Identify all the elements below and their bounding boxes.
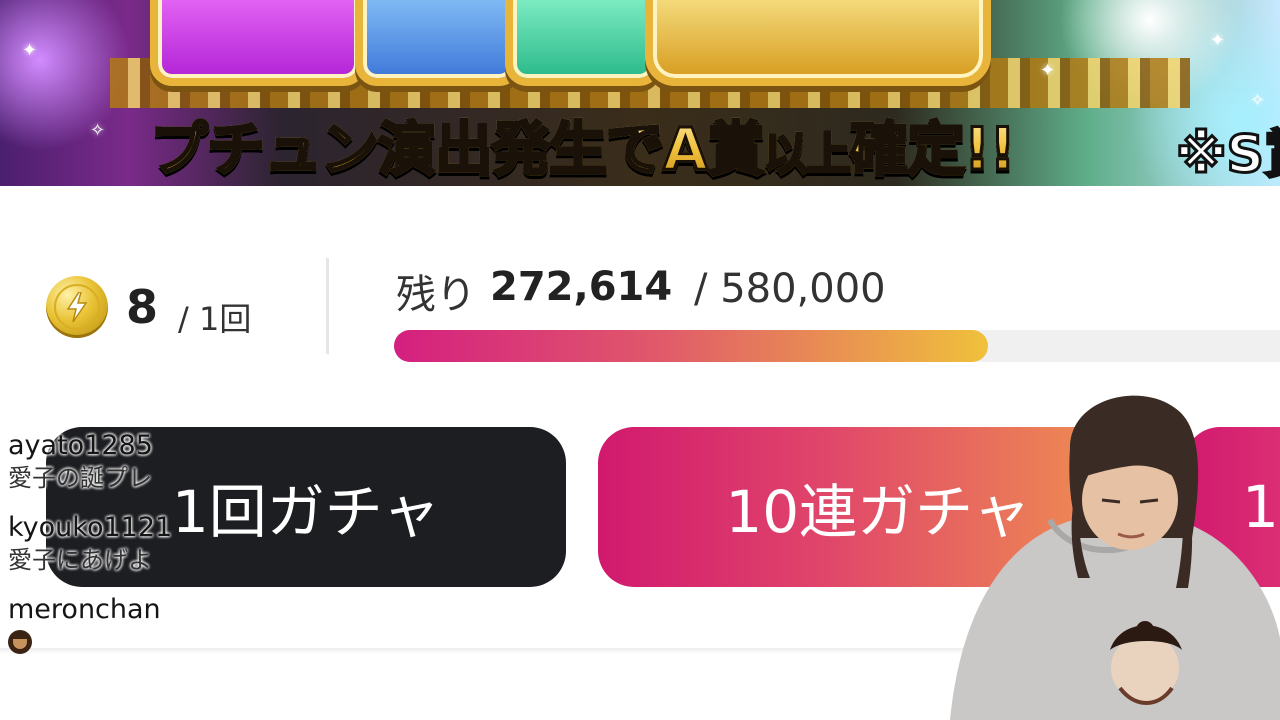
- remaining-label: 残り: [396, 272, 476, 318]
- chat-text: 愛子にあげよ: [8, 546, 152, 574]
- banner-logo-letter: [645, 0, 991, 86]
- sparkle-icon: ✦: [1040, 60, 1056, 81]
- sparkle-icon: ✧: [1250, 90, 1266, 111]
- lightning-bolt-icon: [66, 292, 88, 322]
- cost-per-draw-value: 8: [126, 280, 159, 334]
- banner-caption-small: 以上: [762, 128, 852, 182]
- chat-message: kyouko1121 愛子にあげよ: [8, 512, 308, 576]
- chat-username: meronchan: [8, 594, 161, 625]
- banner-note: ※S賞: [1174, 124, 1280, 187]
- coin-face: [54, 284, 100, 330]
- chat-text: 愛子の誕プレ: [8, 464, 152, 492]
- lightning-coin-icon: [46, 276, 108, 338]
- banner-caption: プチュン演出発生でA賞以上確定!!: [149, 102, 1018, 186]
- chat-username: kyouko1121: [8, 512, 173, 543]
- person-emoji-icon: [8, 630, 32, 654]
- banner-logo-letter: [150, 0, 366, 86]
- cost-per-draw-unit: / 1回: [178, 300, 252, 338]
- stock-progress-bar: [394, 330, 1280, 362]
- chat-text: [8, 626, 308, 658]
- banner-logo-letter: [355, 0, 521, 86]
- stats-divider: [326, 258, 329, 354]
- chat-message: meronchan: [8, 594, 308, 658]
- sparkle-icon: ✦: [1210, 30, 1226, 51]
- banner-caption-end: 確定!!: [848, 114, 1017, 185]
- chat-username: ayato1285: [8, 430, 153, 461]
- live-chat-overlay: ayato1285 愛子の誕プレ kyouko1121 愛子にあげよ meron…: [8, 430, 308, 676]
- stock-progress-fill: [394, 330, 988, 362]
- campaign-banner[interactable]: ✦ ✧ ✦ ✦ ✧ プチュン演出発生でA賞以上確定!! ※S賞: [0, 0, 1280, 186]
- streamer-webcam-cutout: [950, 395, 1280, 720]
- chat-message: ayato1285 愛子の誕プレ: [8, 430, 308, 494]
- remaining-count: 272,614: [490, 264, 673, 310]
- banner-logo-letter: [505, 0, 661, 86]
- total-count: / 580,000: [694, 266, 886, 312]
- sparkle-icon: ✧: [90, 120, 106, 141]
- banner-caption-main: プチュン演出発生でA賞: [149, 114, 767, 185]
- sparkle-icon: ✦: [22, 40, 38, 61]
